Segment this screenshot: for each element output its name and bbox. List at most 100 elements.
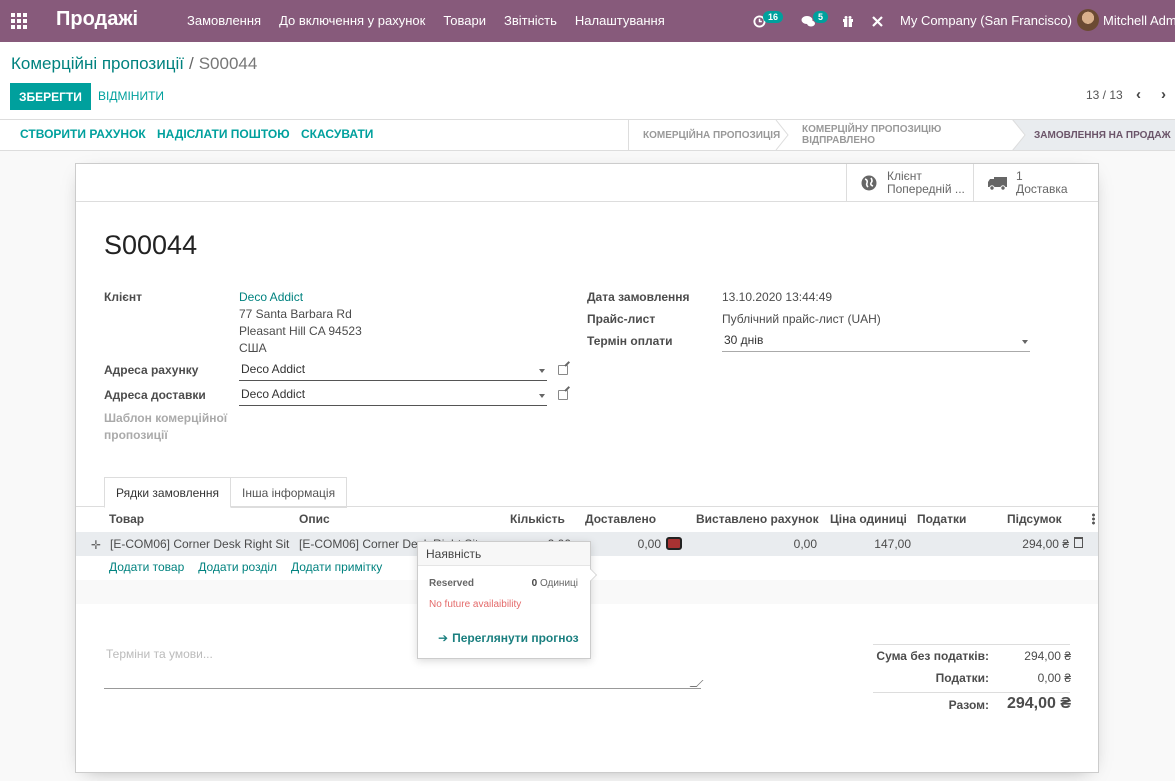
totals-divider (873, 692, 1070, 693)
user-avatar[interactable] (1077, 9, 1099, 31)
chevron-down-icon[interactable] (1022, 340, 1028, 344)
menu-to-invoice[interactable]: До включення у рахунок (279, 13, 425, 28)
quotation-template-label: Шаблон комерційної пропозиції (104, 410, 227, 444)
chevron-down-icon[interactable] (539, 369, 545, 373)
pager-next-icon[interactable]: › (1161, 86, 1166, 103)
form-sheet: Клієнт Попередній ... 1 Доставка S00044 … (75, 163, 1099, 773)
add-section-link[interactable]: Додати розділ (198, 560, 277, 574)
tab-order-lines[interactable]: Рядки замовлення (104, 477, 232, 508)
tab-other-info[interactable]: Інша інформація (231, 477, 348, 508)
order-title: S00044 (104, 230, 198, 260)
menu-configuration[interactable]: Налаштування (575, 13, 665, 28)
app-brand[interactable]: Продажі (56, 8, 138, 31)
messages-button[interactable]: 5 (801, 10, 829, 32)
totals-divider (873, 644, 1070, 645)
column-invoiced[interactable]: Виставлено рахунок (696, 512, 819, 526)
view-forecast-link[interactable]: ➔ Переглянути прогноз (438, 631, 579, 645)
stage-sales-order: ЗАМОВЛЕННЯ НА ПРОДАЖ (1012, 120, 1175, 150)
apps-menu-icon[interactable] (11, 13, 27, 29)
pager-previous-icon[interactable]: ‹ (1136, 86, 1141, 103)
menu-orders[interactable]: Замовлення (187, 13, 261, 28)
pricelist-value: Публічний прайс-лист (UAH) (722, 312, 881, 326)
messages-badge: 5 (813, 11, 829, 23)
trash-icon[interactable] (1074, 537, 1083, 548)
save-button[interactable]: ЗБЕРЕГТИ (10, 83, 91, 110)
add-product-link[interactable]: Додати товар (109, 560, 184, 574)
stage-quotation[interactable]: КОМЕРЦІЙНА ПРОПОЗИЦІЯ (629, 120, 784, 150)
payment-terms-label: Термін оплати (587, 334, 673, 348)
delivery-address-select[interactable]: Deco Addict (239, 384, 547, 406)
notebook-tabs: Рядки замовлення Інша інформація (76, 476, 1098, 508)
external-link-icon[interactable] (558, 390, 568, 400)
invoice-address-label: Адреса рахунку (104, 363, 199, 377)
delivery-label: Доставка (1016, 182, 1068, 196)
smart-button-box: Клієнт Попередній ... 1 Доставка (76, 164, 1098, 202)
cancel-order-button[interactable]: СКАСУВАТИ (301, 127, 373, 141)
create-invoice-button[interactable]: СТВОРИТИ РАХУНОК (20, 127, 146, 141)
taxes-value: 0,00 ₴ (1037, 671, 1071, 685)
main-menu: Замовлення До включення у рахунок Товари… (187, 13, 665, 28)
column-taxes[interactable]: Податки (917, 512, 966, 526)
cell-product[interactable]: [E-COM06] Corner Desk Right Sit (110, 537, 289, 551)
customer-preview-button[interactable]: Клієнт Попередній ... (846, 164, 973, 202)
globe-icon (861, 175, 877, 191)
column-description[interactable]: Опис (299, 512, 330, 526)
order-date-value: 13.10.2020 13:44:49 (722, 290, 833, 304)
order-date-label: Дата замовлення (587, 290, 690, 304)
no-future-availability: No future availaibility (429, 599, 522, 610)
breadcrumb-current: S00044 (198, 54, 258, 73)
delivery-address-label: Адреса доставки (104, 388, 206, 402)
drag-handle-icon[interactable]: ✛ (91, 538, 101, 552)
column-delivered[interactable]: Доставлено (585, 512, 656, 526)
total-label: Разом: (948, 698, 989, 712)
user-menu[interactable]: Mitchell Admi (1103, 13, 1175, 28)
taxes-label: Податки: (935, 671, 989, 685)
column-quantity[interactable]: Кількість (510, 512, 565, 526)
column-subtotal[interactable]: Підсумок (1007, 512, 1062, 526)
breadcrumb-quotations[interactable]: Комерційні пропозиції (11, 54, 184, 73)
customer-address-line: Pleasant Hill CA 94523 (239, 324, 362, 338)
customer-preview-line2: Попередній ... (887, 182, 965, 196)
arrow-right-icon: ➔ (438, 631, 449, 645)
total-value: 294,00 ₴ (1006, 695, 1071, 712)
column-product[interactable]: Товар (109, 512, 144, 526)
optional-columns-icon[interactable] (1092, 513, 1095, 525)
activities-button[interactable]: 16 (753, 10, 784, 32)
column-unit-price[interactable]: Ціна одиниці (830, 512, 907, 526)
terms-conditions-input[interactable]: Терміни та умови... (104, 644, 701, 689)
menu-products[interactable]: Товари (443, 13, 486, 28)
send-by-email-button[interactable]: НАДІСЛАТИ ПОШТОЮ (157, 127, 290, 141)
activities-badge: 16 (763, 11, 784, 23)
popover-title: Наявність (418, 542, 590, 566)
reserved-quantity-value: 0 (531, 578, 538, 589)
invoice-address-select[interactable]: Deco Addict (239, 359, 547, 381)
truck-icon (988, 176, 1007, 191)
untaxed-label: Сума без податків: (876, 649, 989, 663)
menu-reporting[interactable]: Звітність (504, 13, 557, 28)
cell-delivered: 0,00 (637, 537, 661, 551)
pager-value[interactable]: 13 / 13 (1086, 88, 1123, 102)
pricelist-label: Прайс-лист (587, 312, 656, 326)
add-line-links: Додати товар Додати розділ Додати приміт… (109, 560, 382, 574)
breadcrumb: Комерційні пропозиції / S00044 (11, 54, 257, 74)
forecast-chart-icon[interactable] (666, 537, 682, 550)
delivery-button[interactable]: 1 Доставка (973, 164, 1098, 202)
payment-terms-select[interactable]: 30 днів (722, 330, 1030, 352)
view-forecast-label: Переглянути прогноз (452, 631, 579, 645)
customer-link[interactable]: Deco Addict (239, 290, 303, 304)
customer-address-line: США (239, 341, 267, 355)
gift-button[interactable] (842, 10, 854, 32)
stage-quotation-sent[interactable]: КОМЕРЦІЙНУ ПРОПОЗИЦІЮ ВІДПРАВЛЕНО (788, 120, 1013, 150)
cell-unit-price[interactable]: 147,00 (856, 537, 911, 551)
add-note-link[interactable]: Додати примітку (291, 560, 382, 574)
debug-button[interactable] (871, 10, 884, 32)
discard-button[interactable]: ВІДМІНИТИ (98, 89, 164, 103)
chevron-down-icon[interactable] (539, 394, 545, 398)
order-lines-header: Товар Опис Кількість Доставлено Виставле… (76, 507, 1098, 531)
company-switcher[interactable]: My Company (San Francisco) (900, 13, 1072, 28)
external-link-icon[interactable] (558, 365, 568, 375)
tools-icon (872, 15, 883, 27)
top-navbar: Продажі Замовлення До включення у рахуно… (0, 0, 1175, 42)
statusbar: СТВОРИТИ РАХУНОК НАДІСЛАТИ ПОШТОЮ СКАСУВ… (0, 120, 1175, 151)
stage-arrow (1012, 120, 1026, 150)
